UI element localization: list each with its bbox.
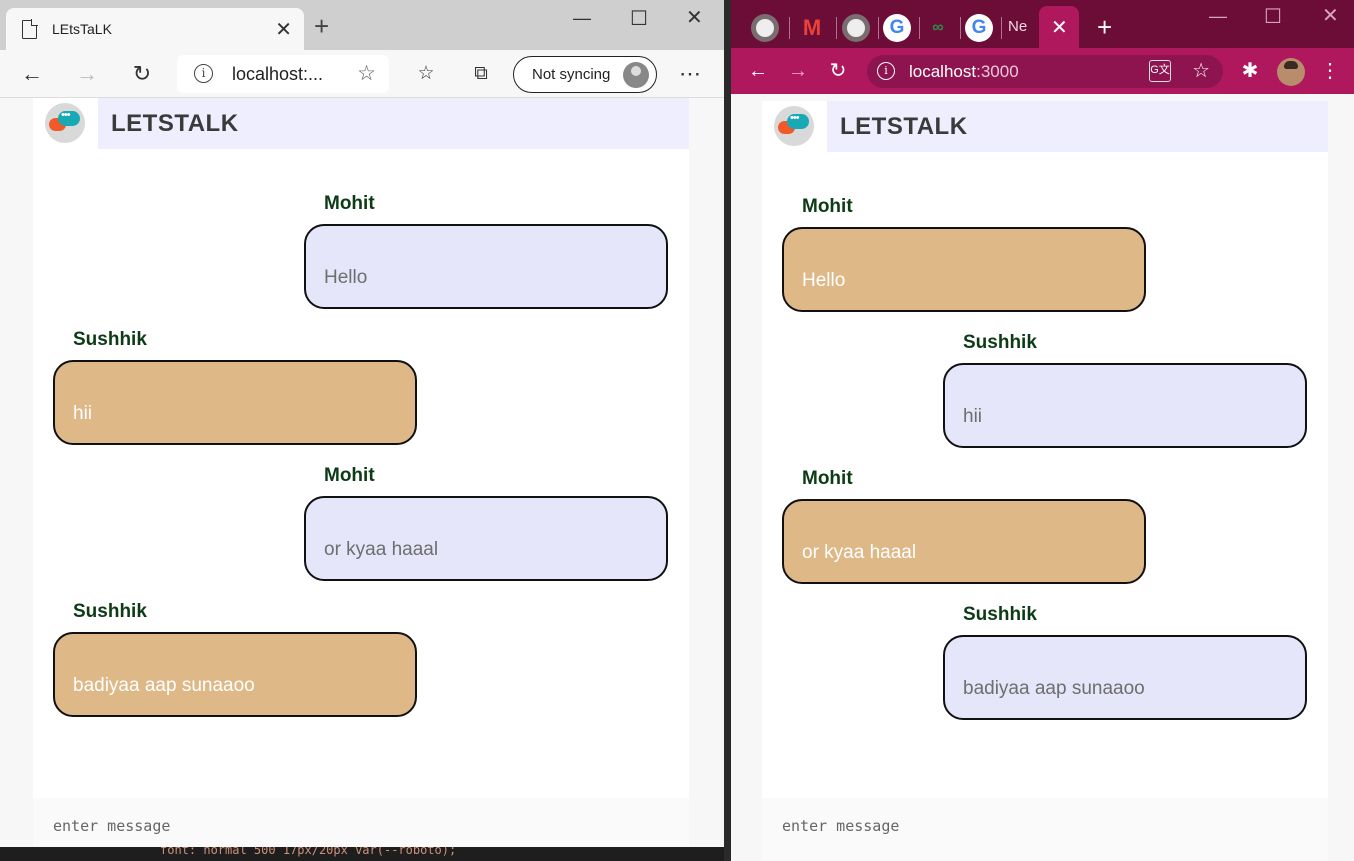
message-bubble: hii [943,363,1307,448]
edge-window: LEtsTaLK ✕ + — ☐ ✕ ← → ↻ i localhost:...… [0,0,724,861]
minimize-button[interactable]: — [1209,6,1227,27]
chrome-toolbar: ← → ↻ i localhost:3000 G文 ☆ ✱ ⋮ [731,48,1354,94]
message-placeholder[interactable]: enter message [782,817,899,835]
sender-name: Mohit [324,193,375,214]
message-text: Hello [802,270,846,291]
edge-tab-title: LEtsTaLK [52,21,112,37]
sender-name: Sushhik [963,332,1037,353]
info-icon[interactable]: i [877,62,895,80]
message-bubble: hii [53,360,417,445]
favorite-star-icon[interactable]: ☆ [357,61,376,86]
chrome-tab-strip: M G ∞ G Ne ✕ + — ☐ ✕ [731,0,1354,48]
bookmark-star-icon[interactable]: ☆ [1192,58,1210,83]
translate-icon[interactable]: G文 [1149,60,1171,82]
sync-label: Not syncing [532,66,611,83]
minimize-button[interactable]: — [573,8,591,29]
letstalk-app: LETSTALK Mohit Hello Sushhik hii Mohit or kya… [762,101,1328,861]
profile-avatar[interactable] [1277,58,1305,86]
code-line: font: normal 500 17px/20px var(--roboto)… [160,847,457,857]
message-bubble: badiyaa aap sunaaoo [943,635,1307,720]
address-bar[interactable]: i localhost:... ☆ [177,55,389,93]
refresh-icon[interactable]: ↻ [128,60,156,88]
app-brand: LETSTALK [111,110,239,137]
address-text[interactable]: localhost:3000 [909,62,1019,82]
window-divider [724,0,731,861]
app-brand: LETSTALK [840,113,968,140]
message-bubble: badiyaa aap sunaaoo [53,632,417,717]
sender-name: Mohit [802,196,853,217]
sender-name: Sushhik [73,601,147,622]
google-tab-icon[interactable]: G [965,14,993,42]
globe-tab-icon[interactable] [751,14,779,42]
letstalk-app: LETSTALK Mohit Hello Sushhik hii Mohit or kya… [33,98,689,861]
message-text: badiyaa aap sunaaoo [963,678,1145,699]
back-arrow-icon[interactable]: ← [745,58,771,84]
google-tab-icon[interactable]: G [883,14,911,42]
brand-bar: LETSTALK [98,98,689,149]
info-icon[interactable]: i [194,64,213,83]
gfg-tab-icon[interactable]: ∞ [924,14,952,42]
maximize-button[interactable]: ☐ [1264,4,1282,29]
more-menu-icon[interactable]: ⋯ [676,60,704,88]
message-text: or kyaa haaal [802,542,917,563]
gmail-tab-icon[interactable]: M [798,14,826,42]
message-bubble: or kyaa haaal [782,499,1146,584]
message-text: or kyaa haaal [324,539,439,560]
edge-toolbar: ← → ↻ i localhost:... ☆ ☆ ⧉ Not syncing … [0,50,724,98]
more-menu-icon[interactable]: ⋮ [1317,58,1343,84]
forward-arrow-icon[interactable]: → [73,60,101,88]
favorites-icon[interactable]: ☆ [412,60,440,88]
message-placeholder[interactable]: enter message [53,817,170,835]
brand-bar: LETSTALK [827,101,1328,152]
sender-name: Sushhik [73,329,147,350]
collections-icon[interactable]: ⧉ [467,60,495,88]
message-input[interactable]: enter message [762,798,1328,861]
sync-button[interactable]: Not syncing [513,56,657,93]
globe-tab-icon[interactable] [842,14,870,42]
edge-tab-strip: LEtsTaLK ✕ + — ☐ ✕ [0,0,724,50]
sender-name: Mohit [802,468,853,489]
address-bar[interactable]: i localhost:3000 G文 ☆ [867,55,1223,88]
code-editor-peek: font: normal 500 17px/20px var(--roboto)… [0,847,724,861]
new-tab-button[interactable]: + [314,13,329,39]
chrome-window: M G ∞ G Ne ✕ + — ☐ ✕ ← → ↻ i localhost:3… [731,0,1354,861]
close-tab-icon[interactable]: ✕ [275,17,292,42]
page-icon [22,19,38,39]
extensions-puzzle-icon[interactable]: ✱ [1237,58,1263,84]
active-tab[interactable]: ✕ [1039,6,1079,48]
maximize-button[interactable]: ☐ [630,6,648,31]
message-text: hii [963,406,983,427]
chat-logo-icon [45,103,85,143]
message-bubble: Hello [304,224,668,309]
refresh-icon[interactable]: ↻ [825,58,851,84]
new-tab-button[interactable]: + [1097,14,1112,40]
close-window-button[interactable]: ✕ [686,5,703,30]
message-text: hii [73,403,93,424]
message-bubble: or kyaa haaal [304,496,668,581]
chat-logo-icon [774,106,814,146]
message-text: badiyaa aap sunaaoo [73,675,255,696]
message-text: Hello [324,267,368,288]
close-tab-icon[interactable]: ✕ [1051,15,1068,40]
forward-arrow-icon[interactable]: → [785,58,811,84]
sender-name: Mohit [324,465,375,486]
edge-tab-letstalk[interactable]: LEtsTaLK ✕ [6,8,304,50]
sender-name: Sushhik [963,604,1037,625]
app-header: LETSTALK [762,101,1328,152]
message-bubble: Hello [782,227,1146,312]
address-text[interactable]: localhost:... [232,64,323,85]
app-header: LETSTALK [33,98,689,149]
back-arrow-icon[interactable]: ← [18,60,46,88]
tab-title-partial[interactable]: Ne [1008,18,1027,35]
close-window-button[interactable]: ✕ [1322,3,1339,28]
profile-avatar [623,62,649,88]
